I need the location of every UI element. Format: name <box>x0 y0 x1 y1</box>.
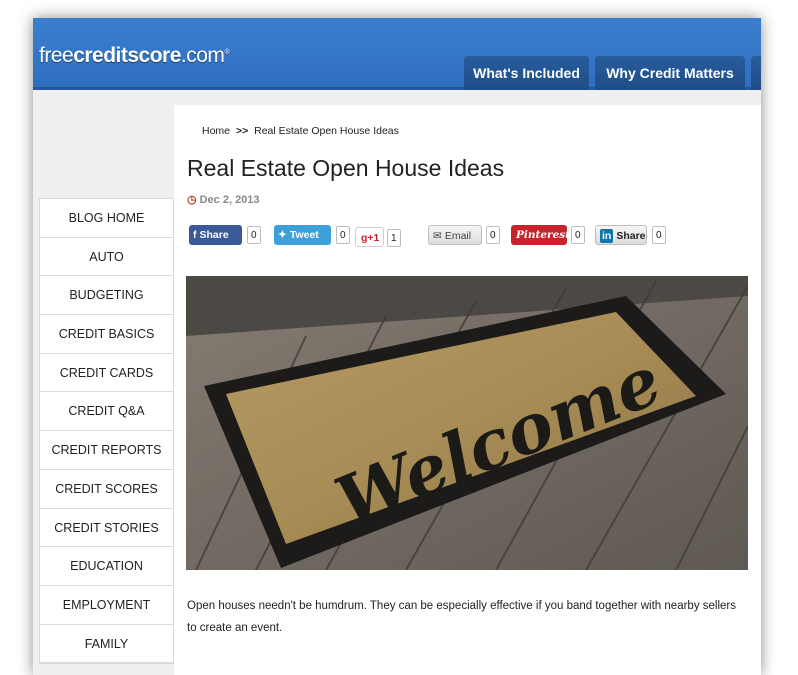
tab-next[interactable] <box>751 56 761 90</box>
post-date: ◷ Dec 2, 2013 <box>187 193 260 206</box>
article-body: Open houses needn't be humdrum. They can… <box>187 600 736 634</box>
article-content: Home >> Real Estate Open House Ideas Rea… <box>174 105 761 675</box>
sidebar-item-credit-qa[interactable]: CREDIT Q&A <box>40 392 173 432</box>
twitter-tweet-button[interactable]: ✦ Tweet <box>274 225 331 245</box>
linkedin-share-button[interactable]: in Share <box>595 225 647 245</box>
site-header: freecreditscore.com® What's Included Why… <box>33 18 761 90</box>
page-title: Real Estate Open House Ideas <box>187 155 505 181</box>
facebook-icon: f <box>193 229 197 241</box>
pinterest-label: Pinterest <box>516 229 571 241</box>
breadcrumb: Home >> Real Estate Open House Ideas <box>202 125 399 137</box>
browser-frame: freecreditscore.com® What's Included Why… <box>33 18 761 675</box>
tab-label: Why Credit Matters <box>606 65 734 81</box>
linkedin-share-label: Share <box>616 230 646 242</box>
sidebar-item-auto[interactable]: AUTO <box>40 238 173 277</box>
sidebar-item-blog-home[interactable]: BLOG HOME <box>40 199 173 238</box>
breadcrumb-current: Real Estate Open House Ideas <box>254 125 399 137</box>
breadcrumb-separator: >> <box>235 125 249 137</box>
email-share-label: Email <box>444 230 472 242</box>
article-hero-image: Welcome <box>186 276 748 570</box>
logo-post: .com <box>180 44 225 67</box>
linkedin-icon: in <box>600 229 614 243</box>
site-logo[interactable]: freecreditscore.com® <box>39 44 230 68</box>
facebook-count: 0 <box>247 226 261 244</box>
tab-label: What's Included <box>473 65 580 81</box>
share-bar: f Share 0 ✦ Tweet 0 g+1 1 ✉ Email 0 Pintere… <box>189 225 749 247</box>
tab-whats-included[interactable]: What's Included <box>464 56 589 90</box>
google-plus-button[interactable]: g+1 <box>355 227 384 247</box>
sidebar-item-family[interactable]: FAMILY <box>40 625 173 664</box>
logo-registered: ® <box>224 49 230 56</box>
linkedin-count: 0 <box>652 226 666 244</box>
twitter-tweet-label: Tweet <box>289 229 319 241</box>
facebook-share-label: Share <box>199 229 229 241</box>
email-count: 0 <box>486 226 500 244</box>
sidebar-item-credit-reports[interactable]: CREDIT REPORTS <box>40 431 173 470</box>
sidebar-item-employment[interactable]: EMPLOYMENT <box>40 586 173 625</box>
category-sidebar: BLOG HOME AUTO BUDGETING CREDIT BASICS C… <box>39 198 174 665</box>
pinterest-button[interactable]: Pinterest <box>511 225 571 245</box>
sidebar-item-credit-scores[interactable]: CREDIT SCORES <box>40 470 173 509</box>
facebook-share-button[interactable]: f Share <box>189 225 242 245</box>
twitter-bird-icon: ✦ <box>278 229 287 241</box>
logo-pre: free <box>39 44 74 67</box>
tab-why-credit-matters[interactable]: Why Credit Matters <box>595 56 745 90</box>
breadcrumb-home-link[interactable]: Home <box>202 125 230 137</box>
welcome-mat-image: Welcome <box>186 276 748 570</box>
logo-bold: creditscore <box>73 44 181 67</box>
post-date-text: Dec 2, 2013 <box>199 194 260 206</box>
sidebar-item-credit-cards[interactable]: CREDIT CARDS <box>40 354 173 393</box>
sidebar-item-education[interactable]: EDUCATION <box>40 547 173 586</box>
twitter-count: 0 <box>336 226 350 244</box>
clock-icon: ◷ <box>187 194 197 206</box>
sidebar-item-credit-basics[interactable]: CREDIT BASICS <box>40 315 173 354</box>
sidebar-item-budgeting[interactable]: BUDGETING <box>40 276 173 316</box>
pinterest-count: 0 <box>571 226 585 244</box>
google-plus-count: 1 <box>387 229 401 247</box>
sidebar-item-credit-stories[interactable]: CREDIT STORIES <box>40 509 173 548</box>
email-share-button[interactable]: ✉ Email <box>428 225 482 245</box>
envelope-icon: ✉ <box>433 230 442 242</box>
google-plus-label: +1 <box>367 232 380 244</box>
